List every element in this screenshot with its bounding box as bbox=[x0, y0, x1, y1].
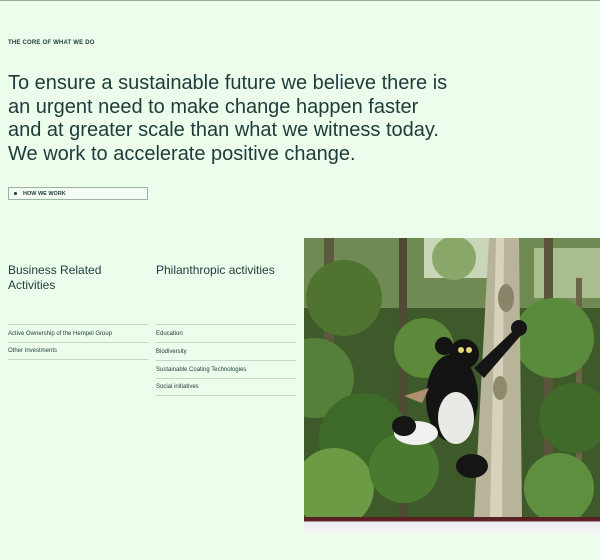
how-we-work-label: HOW WE WORK bbox=[23, 190, 66, 197]
business-activities-title: Business Related Activities bbox=[8, 263, 102, 292]
section-headline: To ensure a sustainable future we believ… bbox=[8, 72, 448, 165]
indri-lemur-photo bbox=[304, 238, 600, 517]
list-item-sustainable-coating[interactable]: Sustainable Coating Technologies bbox=[156, 360, 296, 378]
philanthropic-activities-title: Philanthropic activities bbox=[156, 263, 275, 277]
list-item-education[interactable]: Education bbox=[156, 324, 296, 342]
how-we-work-button[interactable]: HOW WE WORK bbox=[8, 187, 148, 200]
image-bottom-strip bbox=[304, 517, 600, 534]
top-divider bbox=[0, 0, 600, 1]
section-eyebrow: THE CORE OF WHAT WE DO bbox=[8, 40, 95, 46]
business-activities-list: Active Ownership of the Hempel Group Oth… bbox=[8, 324, 148, 360]
list-item-social-initiatives[interactable]: Social initiatives bbox=[156, 378, 296, 396]
bullet-dot-icon bbox=[14, 192, 17, 195]
list-item-other-investments[interactable]: Other Investments bbox=[8, 342, 148, 360]
list-item-biodiversity[interactable]: Biodiversity bbox=[156, 342, 296, 360]
list-item-active-ownership[interactable]: Active Ownership of the Hempel Group bbox=[8, 324, 148, 342]
philanthropic-activities-list: Education Biodiversity Sustainable Coati… bbox=[156, 324, 296, 396]
